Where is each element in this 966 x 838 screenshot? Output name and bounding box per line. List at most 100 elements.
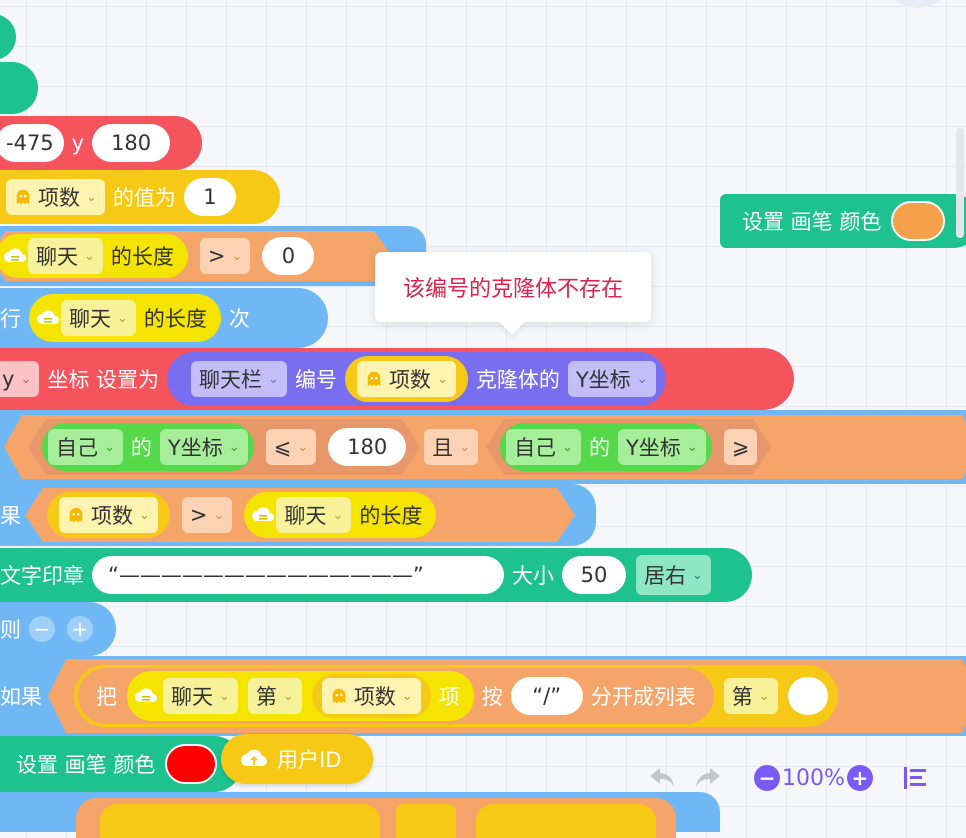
chevron-down-icon: ⌄ [117,310,128,326]
self-dropdown[interactable]: 自己 ⌄ [506,429,581,465]
self-property-reporter-1[interactable]: 自己 ⌄ 的 Y坐标 ⌄ [42,423,254,471]
property-dropdown[interactable]: Y坐标 ⌄ [618,429,706,465]
self-property-reporter-2[interactable]: 自己 ⌄ 的 Y坐标 ⌄ [500,423,712,471]
condition-container[interactable]: 自己 ⌄ 的 Y坐标 ⌄ ⩽ ⌄ 180 且 ⌄ 自己 ⌄ 的 Y坐标 ⌄ ⩾ [0,410,966,484]
index-mode-dropdown-2[interactable]: 第 ⌄ [724,678,778,714]
floating-pen-color-block[interactable]: 设置 画笔 颜色 [720,194,966,248]
pen-color-block[interactable]: 设置 画笔 颜色 [0,736,242,792]
x-value-input[interactable]: -475 [0,124,64,162]
undo-icon[interactable] [646,763,678,793]
if-block[interactable]: 果 项数 ⌄ > ⌄ 聊天 ⌄ 的长度 [0,484,596,546]
chevron-down-icon: ⌄ [297,439,309,455]
separator-input[interactable]: “/” [511,677,583,715]
list-dropdown[interactable]: 聊天 ⌄ [163,678,238,714]
chevron-down-icon: ⌄ [636,371,648,387]
split-inner[interactable]: 把 聊天 ⌄ 第 ⌄ 项数 ⌄ 项 按 “/” 分开成列表 [78,668,714,724]
list-length-reporter[interactable]: 聊天 ⌄ 的长度 [29,294,221,342]
repeat-block[interactable]: 行 聊天 ⌄ 的长度 次 [0,288,328,348]
index-mode-dropdown[interactable]: 第 ⌄ [248,678,302,714]
chevron-down-icon: ⌄ [84,248,95,264]
variable-dropdown[interactable]: 项数 ⌄ [356,361,456,397]
set-variable-block[interactable]: 项数 ⌄ 的值为 1 [0,170,280,224]
while-value-input[interactable]: 0 [262,237,314,275]
goto-xy-block[interactable]: -475 y 180 [0,116,202,170]
partial-operator-bottom[interactable] [76,798,676,838]
variable-reporter[interactable]: 项数 ⌄ [312,674,431,718]
partial-reporter-bottom[interactable] [100,804,380,838]
compare-operator[interactable]: 项数 ⌄ > ⌄ 聊天 ⌄ 的长度 [25,488,575,542]
align-dropdown[interactable]: 居右 ⌄ [636,555,711,595]
set-var-value-input[interactable]: 1 [183,178,236,216]
xiang-label: 项 [438,685,460,709]
compare-operator[interactable]: 聊天 ⌄ 的长度 > ⌄ 0 [0,231,392,281]
compare-value-input[interactable]: 180 [328,428,406,466]
set-coordinate-block[interactable]: y ⌄ 坐标 设置为 聊天栏 ⌄ 编号 项数 ⌄ 克隆体的 Y坐标 ⌄ [0,348,794,410]
chevron-down-icon: ⌄ [758,688,770,704]
ghost-icon [16,189,30,205]
variable-dropdown[interactable]: 项数 ⌄ [59,497,158,533]
zoom-in-button[interactable]: + [846,765,873,791]
compare-operator-1[interactable]: 自己 ⌄ 的 Y坐标 ⌄ ⩽ ⌄ 180 [28,419,420,475]
partial-block-top-1[interactable] [0,14,16,60]
size-input[interactable]: 50 [562,556,626,594]
stage-corner-button[interactable] [888,0,948,8]
and-dropdown[interactable]: 且 ⌄ [424,429,478,465]
pen-color-swatch[interactable] [165,744,218,784]
variable-dropdown[interactable]: 项数 ⌄ [6,179,105,215]
clone-property-reporter[interactable]: 聊天栏 ⌄ 编号 项数 ⌄ 克隆体的 Y坐标 ⌄ [167,352,666,406]
operator-dropdown[interactable]: > ⌄ [182,497,233,533]
ba-label: 把 [96,685,117,709]
property-dropdown[interactable]: Y坐标 ⌄ [567,361,656,397]
list-item-reporter[interactable]: 聊天 ⌄ 第 ⌄ 项数 ⌄ 项 [127,671,474,721]
minus-button[interactable]: − [29,616,55,642]
partial-reporter-bottom-3[interactable] [476,804,656,838]
axis-dropdown[interactable]: y ⌄ [0,361,40,397]
y-value-input[interactable]: 180 [92,124,171,162]
plus-button[interactable]: + [67,616,93,642]
variable-reporter[interactable]: 项数 ⌄ [344,356,468,402]
list-dropdown[interactable]: 聊天 ⌄ [61,300,136,336]
split-list-reporter[interactable]: 把 聊天 ⌄ 第 ⌄ 项数 ⌄ 项 按 “/” 分开成列表 第 ⌄ [74,665,838,727]
chevron-down-icon: ⌄ [436,371,448,387]
while-block[interactable]: 聊天 ⌄ 的长度 > ⌄ 0 [0,226,426,286]
else-block[interactable]: 则 − + [0,602,116,656]
cloud-list-icon [2,245,28,267]
of-label: 的 [130,436,152,460]
partial-block-top-2[interactable] [0,62,38,114]
variable-reporter[interactable]: 项数 ⌄ [47,492,170,538]
operator-dropdown[interactable]: ⩾ [724,429,758,465]
list-length-reporter[interactable]: 聊天 ⌄ 的长度 [0,234,188,278]
list-dropdown[interactable]: 聊天 ⌄ [28,238,103,274]
align-blocks-icon[interactable] [901,765,931,791]
partial-reporter-bottom-2[interactable] [396,804,456,838]
and-operator[interactable]: 自己 ⌄ 的 Y坐标 ⌄ ⩽ ⌄ 180 且 ⌄ 自己 ⌄ 的 Y坐标 ⌄ ⩾ [4,415,966,479]
chevron-down-icon: ⌄ [20,371,32,387]
text-stamp-block[interactable]: 文字印章 “——————————————” 大小 50 居右 ⌄ [0,548,752,602]
sprite-dropdown[interactable]: 聊天栏 ⌄ [191,361,287,397]
chevron-down-icon: ⌄ [332,507,344,523]
vertical-scrollbar[interactable] [956,128,964,238]
chevron-down-icon: ⌄ [104,439,115,455]
compare-operator[interactable]: 把 聊天 ⌄ 第 ⌄ 项数 ⌄ 项 按 “/” 分开成列表 第 ⌄ [48,659,966,733]
operator-dropdown[interactable]: > ⌄ [200,238,251,274]
user-id-reporter[interactable]: 用户ID [221,734,373,784]
compare-operator-2[interactable]: 自己 ⌄ 的 Y坐标 ⌄ ⩾ [486,419,771,475]
list-length-reporter[interactable]: 聊天 ⌄ 的长度 [244,492,436,538]
zoom-out-button[interactable]: − [754,765,780,791]
redo-icon[interactable] [692,763,724,793]
variable-dropdown[interactable]: 项数 ⌄ [322,678,421,714]
index-input[interactable] [788,677,828,715]
self-dropdown[interactable]: 自己 ⌄ [48,429,123,465]
cloud-upload-icon [241,749,267,766]
partial-block-bottom[interactable] [0,792,720,838]
property-dropdown[interactable]: Y坐标 ⌄ [160,429,248,465]
floating-pen-color-swatch[interactable] [891,201,946,241]
list-dropdown[interactable]: 聊天 ⌄ [276,497,351,533]
y-label: y [71,131,85,155]
stamp-text-input[interactable]: “——————————————” [92,556,504,594]
repeat-suffix: 次 [228,307,250,331]
clone-label: 克隆体的 [475,368,560,392]
operator-dropdown[interactable]: ⩽ ⌄ [266,429,317,465]
if-split-block[interactable]: 如果 把 聊天 ⌄ 第 ⌄ 项数 ⌄ 项 按 “/” 分开成列表 第 ⌄ [0,656,966,736]
cloud-list-icon [133,685,159,707]
